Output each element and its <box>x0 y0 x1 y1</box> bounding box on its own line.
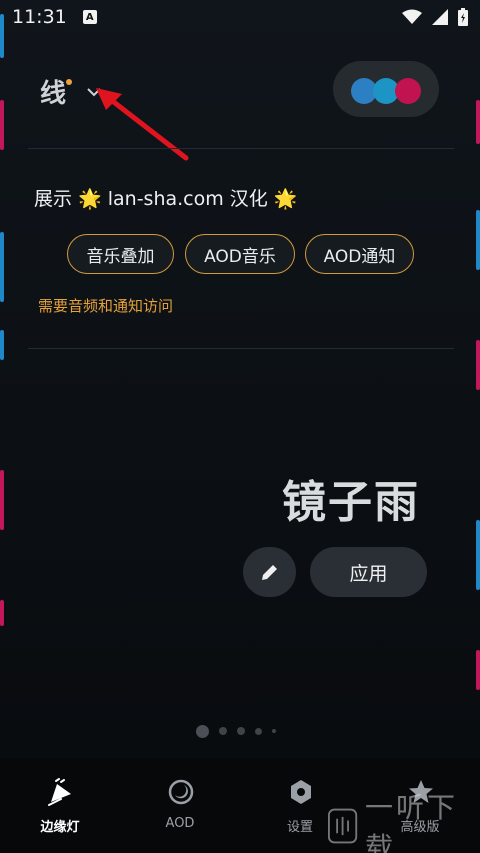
page-dot[interactable] <box>272 729 276 733</box>
divider <box>28 148 454 149</box>
divider <box>28 348 454 349</box>
status-time: 11:31 <box>12 6 67 28</box>
page-dot-active[interactable] <box>196 724 209 738</box>
edge-light-strip <box>0 100 4 150</box>
theme-color-circle <box>395 78 421 104</box>
permission-notice[interactable]: 需要音频和通知访问 <box>38 295 173 316</box>
apply-button[interactable]: 应用 <box>310 547 427 597</box>
edit-button[interactable] <box>243 547 296 597</box>
edge-light-strip <box>0 232 4 302</box>
settings-gear-icon <box>291 780 311 804</box>
edge-light-strip <box>0 330 4 360</box>
nav-label: 边缘灯 <box>40 820 80 835</box>
edge-light-strip <box>476 210 480 270</box>
new-indicator-dot <box>66 79 72 85</box>
chip-aod-notification[interactable]: AOD通知 <box>305 234 414 274</box>
nav-label: AOD <box>165 816 195 831</box>
status-icons <box>402 8 468 26</box>
chip-aod-music[interactable]: AOD音乐 <box>185 234 295 274</box>
page-indicator[interactable] <box>196 724 276 738</box>
edge-light-strip <box>476 520 480 590</box>
red-arrow-annotation-icon <box>96 88 189 161</box>
promo-text: 展示 🌟 lan-sha.com 汉化 🌟 <box>34 188 298 210</box>
signal-icon <box>432 9 448 25</box>
watermark-text: 一听下载 <box>364 791 458 853</box>
edge-light-strip <box>476 650 480 690</box>
style-title[interactable]: 线 <box>40 73 66 110</box>
page-dot[interactable] <box>255 727 262 735</box>
page-dot[interactable] <box>219 727 227 735</box>
watermark: 一听下载 <box>328 791 478 853</box>
edge-light-strip <box>476 340 480 390</box>
status-bar: 11:31 A <box>0 0 480 34</box>
pencil-icon <box>261 565 277 580</box>
watermark-logo-icon <box>328 808 358 844</box>
nav-aod[interactable]: AOD <box>120 758 240 853</box>
battery-icon <box>458 8 468 26</box>
edge-light-strip <box>0 600 4 626</box>
aod-moon-icon <box>168 779 194 805</box>
edge-light-strip <box>0 470 4 530</box>
page-dot[interactable] <box>237 727 245 735</box>
nav-edge-light[interactable]: 边缘灯 <box>0 758 120 853</box>
edge-light-icon <box>48 778 71 806</box>
notification-a-icon: A <box>82 10 97 24</box>
wifi-icon <box>402 9 422 24</box>
chip-music-overlay[interactable]: 音乐叠加 <box>67 234 174 274</box>
edge-light-strip <box>476 100 480 144</box>
preset-name: 镜子雨 <box>282 477 420 528</box>
app-screen: 11:31 A 线 展示 🌟 lan-sha.com 汉化 🌟 音乐叠加 AOD… <box>0 0 480 853</box>
